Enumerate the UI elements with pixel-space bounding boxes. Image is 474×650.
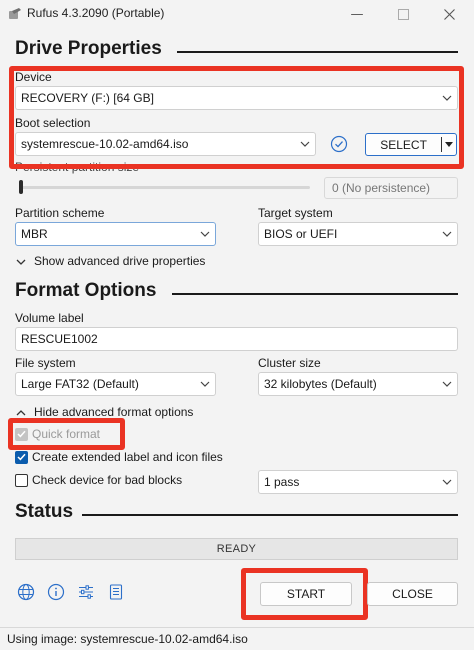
section-divider (172, 293, 458, 295)
log-icon[interactable] (106, 582, 126, 602)
progress-bar: READY (15, 538, 458, 560)
cluster-size-label: Cluster size (258, 356, 321, 370)
volume-label-label: Volume label (15, 311, 84, 325)
passes-dropdown[interactable]: 1 pass (258, 470, 458, 494)
persistence-slider-thumb[interactable] (19, 180, 23, 194)
partition-scheme-label: Partition scheme (15, 206, 105, 220)
status-bar-text: Using image: systemrescue-10.02-amd64.is… (7, 632, 248, 646)
persistence-size-field[interactable]: 0 (No persistence) (324, 177, 458, 199)
progress-status-text: READY (216, 543, 257, 555)
extended-label-checkbox[interactable]: Create extended label and icon files (15, 450, 223, 464)
highlight-box (241, 568, 368, 620)
target-system-value: BIOS or UEFI (264, 227, 338, 241)
maximize-button[interactable] (380, 0, 426, 28)
partition-scheme-dropdown[interactable]: MBR (15, 222, 216, 246)
bad-blocks-checkbox[interactable]: Check device for bad blocks (15, 473, 182, 487)
persistence-size-value: 0 (No persistence) (332, 181, 431, 195)
settings-sliders-icon[interactable] (76, 582, 96, 602)
volume-label-value: RESCUE1002 (21, 332, 98, 346)
highlight-box (9, 66, 464, 169)
section-divider (82, 514, 458, 516)
file-system-dropdown[interactable]: Large FAT32 (Default) (15, 372, 216, 396)
passes-value: 1 pass (264, 475, 300, 489)
rufus-app-icon (8, 7, 22, 21)
volume-label-input[interactable]: RESCUE1002 (15, 327, 458, 351)
chevron-down-icon (195, 223, 215, 245)
checkbox-checked-icon (15, 450, 28, 464)
chevron-down-icon (437, 471, 457, 493)
chevron-down-icon (437, 373, 457, 395)
partition-scheme-value: MBR (21, 227, 48, 241)
minimize-button[interactable]: — (334, 0, 380, 28)
advanced-format-toggle-label: Hide advanced format options (34, 405, 194, 419)
cluster-size-value: 32 kilobytes (Default) (264, 377, 377, 391)
chevron-down-icon (16, 254, 26, 268)
close-window-button[interactable] (426, 0, 472, 28)
window-title: Rufus 4.3.2090 (Portable) (27, 6, 165, 20)
section-divider (177, 51, 458, 53)
highlight-box (8, 418, 125, 450)
extended-label-label: Create extended label and icon files (32, 450, 223, 464)
chevron-down-icon (437, 223, 457, 245)
target-system-label: Target system (258, 206, 333, 220)
advanced-drive-toggle-label: Show advanced drive properties (34, 254, 206, 268)
persistence-slider-track[interactable] (20, 186, 310, 189)
info-icon[interactable] (46, 582, 66, 602)
target-system-dropdown[interactable]: BIOS or UEFI (258, 222, 458, 246)
bad-blocks-label: Check device for bad blocks (32, 473, 183, 487)
format-options-heading: Format Options (15, 280, 157, 301)
drive-properties-heading: Drive Properties (15, 38, 162, 59)
file-system-label: File system (15, 356, 76, 370)
globe-icon[interactable] (16, 582, 36, 602)
status-heading: Status (15, 501, 74, 522)
chevron-up-icon (16, 405, 26, 419)
file-system-value: Large FAT32 (Default) (21, 377, 139, 391)
advanced-drive-toggle[interactable]: Show advanced drive properties (16, 254, 205, 268)
advanced-format-toggle[interactable]: Hide advanced format options (16, 405, 193, 419)
checkbox-unchecked-icon (15, 473, 28, 487)
close-button[interactable]: CLOSE (367, 582, 458, 606)
chevron-down-icon (195, 373, 215, 395)
close-button-label: CLOSE (392, 587, 433, 601)
cluster-size-dropdown[interactable]: 32 kilobytes (Default) (258, 372, 458, 396)
